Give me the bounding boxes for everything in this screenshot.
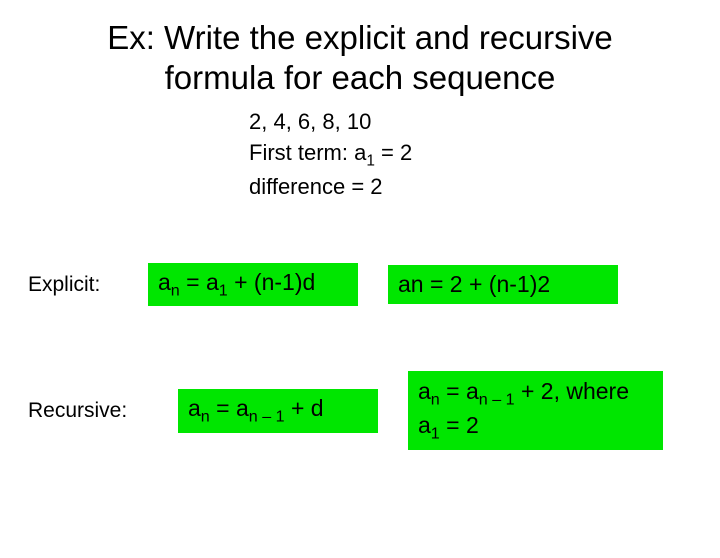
explicit-label: Explicit: (28, 273, 148, 297)
explicit-general-formula: an = a1 + (n-1)d (148, 263, 358, 307)
recursive-row: Recursive: an = an – 1 + d an = an – 1 +… (28, 371, 720, 450)
difference: difference = 2 (249, 172, 720, 203)
sequence-info: 2, 4, 6, 8, 10 First term: a1 = 2 differ… (249, 107, 720, 203)
sequence-terms: 2, 4, 6, 8, 10 (249, 107, 720, 138)
explicit-row: Explicit: an = a1 + (n-1)d an = 2 + (n-1… (28, 263, 720, 307)
recursive-specific-formula: an = an – 1 + 2, wherea1 = 2 (408, 371, 663, 450)
title-line2: formula for each sequence (165, 59, 556, 96)
recursive-label: Recursive: (28, 399, 148, 423)
title-line1: Ex: Write the explicit and recursive (107, 19, 613, 56)
first-term: First term: a1 = 2 (249, 138, 720, 172)
recursive-general-formula: an = an – 1 + d (178, 389, 378, 433)
slide-title: Ex: Write the explicit and recursive for… (0, 18, 720, 97)
explicit-specific-formula: an = 2 + (n-1)2 (388, 265, 618, 304)
